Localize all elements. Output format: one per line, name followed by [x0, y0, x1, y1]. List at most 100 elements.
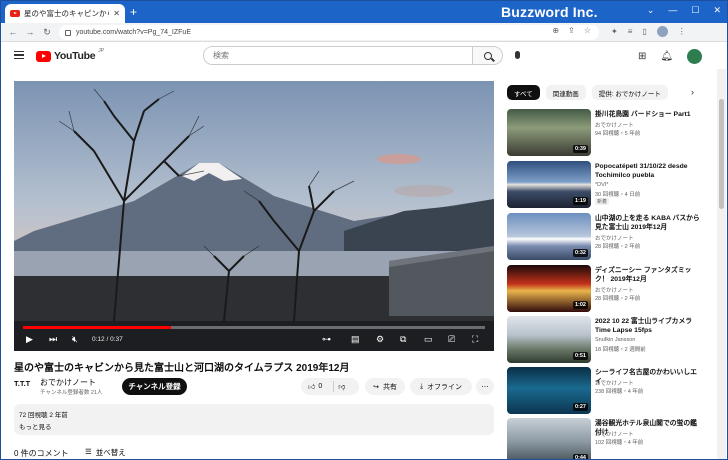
search-button[interactable] [472, 47, 502, 64]
microphone-icon[interactable] [515, 51, 520, 59]
create-video-icon[interactable]: ⊞ [638, 51, 646, 62]
share-button[interactable]: ↪ 共有 [365, 378, 405, 395]
recommendation-title[interactable]: 掛川花鳥園 バードショー Part1 [595, 110, 703, 119]
recommendation-item[interactable]: 0:44 湯谷観光ホテル泉山閣での蛍の鑑付け おでかけノート 102 回視聴・4 年前 [507, 418, 707, 460]
chevron-right-icon[interactable]: › [691, 87, 694, 97]
youtube-logo[interactable]: YouTube JP [36, 48, 105, 62]
bookmark-star-icon[interactable]: ☆ [584, 26, 591, 35]
like-count: 0 [318, 383, 323, 390]
chip-all[interactable]: すべて [507, 85, 540, 100]
channel-name[interactable]: おでかけノート [40, 377, 96, 388]
recommendation-title[interactable]: Popocatépetl 31/10/22 desde Tochimilco p… [595, 162, 703, 180]
dislike-button[interactable]: 👎︎ [338, 382, 345, 391]
subtitles-icon[interactable]: ▤ [351, 334, 360, 344]
extensions-icon[interactable]: ✦ [611, 27, 618, 36]
recommendation-title[interactable]: 2022 10 22 富士山ライブカメラ Time Lapse 15fps [595, 317, 703, 335]
new-tab-button[interactable]: + [130, 5, 137, 19]
seek-bar-played [23, 326, 171, 329]
recommendation-item[interactable]: 0:39 掛川花鳥園 バードショー Part1 おでかけノート 94 回視聴・5 年前 [507, 109, 707, 157]
recommendation-channel[interactable]: おでかけノート [595, 234, 634, 242]
show-more-link[interactable]: もっと見る [19, 421, 52, 431]
browser-menu-icon[interactable]: ⋮ [678, 27, 686, 36]
install-icon[interactable]: ⊕ [552, 26, 559, 35]
recommendation-thumbnail[interactable]: 0:39 [507, 109, 591, 156]
lock-icon[interactable] [65, 29, 71, 36]
recommendation-thumbnail[interactable]: 0:27 [507, 367, 591, 414]
recommendation-item[interactable]: 0:51 2022 10 22 富士山ライブカメラ Time Lapse 15fp… [507, 316, 707, 364]
more-horizontal-icon: ⋯ [481, 383, 489, 391]
view-count-date: 72 回視聴 2 年前 [19, 412, 68, 419]
video-duration: 0:44 [572, 454, 588, 460]
recommendation-meta: 94 回視聴・5 年前 [595, 131, 641, 137]
chevron-down-icon[interactable]: ⌄ [647, 5, 655, 16]
minimize-icon[interactable]: — [668, 5, 677, 16]
logo-text: YouTube [54, 50, 96, 62]
forward-icon[interactable]: → [25, 27, 35, 37]
recommendation-item[interactable]: 1:02 ディズニーシー ファンタズミック！ 2019年12月おでかけノート 28 … [507, 265, 707, 313]
address-bar: ← → ↻ youtube.com/watch?v=Pg_74_IZFuE ⊕ … [1, 23, 727, 42]
channel-icon[interactable]: T.T.T [14, 379, 34, 391]
browser-tab[interactable]: 星のや富士のキャピンから見た富士山と河口湖のタイムラプス 2019年12月 - … [5, 4, 125, 23]
video-duration: 1:19 [572, 197, 588, 205]
omnibox[interactable]: youtube.com/watch?v=Pg_74_IZFuE ⊕ ⇪ ☆ [59, 25, 599, 40]
cast-icon[interactable]: ⎚ [448, 334, 455, 344]
fullscreen-icon[interactable]: ⛶ [472, 334, 478, 344]
description-box[interactable]: 72 回視聴 2 年前 もっと見る [14, 404, 494, 435]
thumbs-up-icon: 👍︎ [308, 384, 316, 391]
recommendation-thumbnail[interactable]: 0:44 [507, 418, 591, 460]
scrollbar-thumb[interactable] [719, 99, 724, 209]
recommendation-thumbnail[interactable]: 0:51 [507, 316, 591, 363]
recommendation-item[interactable]: 0:27 シーライフ名古屋のかわいいしエイ おでかけノート 238 回視聴・4 年前 [507, 367, 707, 415]
recommendation-channel[interactable]: *DVI* [595, 182, 608, 188]
recommendation-meta: 28 回視聴・2 年前 [595, 296, 641, 302]
recommendation-thumbnail[interactable]: 0:32 [507, 213, 591, 260]
url-text[interactable]: youtube.com/watch?v=Pg_74_IZFuE [76, 29, 191, 36]
logo-region: JP [98, 48, 105, 54]
share-label: 共有 [382, 383, 397, 391]
back-icon[interactable]: ← [8, 27, 18, 37]
recommendation-channel[interactable]: おでかけノート [595, 430, 634, 438]
reading-list-icon[interactable]: ≡ [628, 27, 633, 36]
recommendation-item[interactable]: 0:32 山中湖の上を走る KABA バスから見た富士山 2019年12月おでかけ… [507, 213, 707, 261]
recommendation-channel[interactable]: おでかけノート [595, 121, 634, 129]
new-badge: 新着 [595, 198, 610, 205]
sort-comments-button[interactable]: ☰ 並べ替え [85, 447, 126, 458]
play-icon[interactable]: ▶ [26, 334, 33, 344]
menu-icon[interactable] [14, 51, 24, 59]
chip-related[interactable]: 関連動画 [545, 85, 586, 100]
close-tab-icon[interactable]: ✕ [113, 9, 120, 18]
recommendation-thumbnail[interactable]: 1:19 [507, 161, 591, 208]
more-actions-button[interactable]: ⋯ [476, 378, 494, 395]
account-avatar[interactable] [687, 49, 703, 64]
recommendation-channel[interactable]: おでかけノート [595, 286, 634, 294]
share-page-icon[interactable]: ⇪ [568, 26, 575, 35]
video-player[interactable]: ▶ ⏭︎ 🔇︎ 0:12 / 0:37 ⊶ ▤ ⚙ ⧉ ▭ ⎚ ⛶ [14, 81, 494, 351]
subscribe-button[interactable]: チャンネル登録 [122, 378, 187, 395]
scrollbar[interactable] [717, 69, 726, 459]
video-duration: 0:39 [572, 145, 588, 153]
recommendation-channel[interactable]: Snufkin Jansson [595, 337, 635, 343]
mute-icon[interactable]: 🔇︎ [72, 334, 78, 344]
recommendation-thumbnail[interactable]: 1:02 [507, 265, 591, 312]
theater-mode-icon[interactable]: ▭ [424, 334, 433, 344]
autoplay-toggle[interactable]: ⊶ [322, 334, 331, 344]
miniplayer-icon[interactable]: ⧉ [400, 334, 406, 344]
seek-bar[interactable] [23, 326, 485, 329]
recommendation-channel[interactable]: おでかけノート [595, 379, 634, 387]
recommendation-title[interactable]: ディズニーシー ファンタズミック！ 2019年12月 [595, 266, 703, 284]
search-input[interactable] [204, 47, 472, 64]
recommendation-title[interactable]: 山中湖の上を走る KABA バスから見た富士山 2019年12月 [595, 214, 703, 232]
maximize-icon[interactable]: ☐ [691, 5, 699, 16]
chip-channel[interactable]: 提供: おでかけノート [591, 85, 668, 100]
offline-button[interactable]: ⤓ オフライン [410, 378, 472, 395]
close-icon[interactable]: ✕ [713, 5, 721, 16]
reload-icon[interactable]: ↻ [42, 27, 52, 38]
settings-gear-icon[interactable]: ⚙ [376, 334, 384, 344]
next-icon[interactable]: ⏭︎ [49, 334, 57, 344]
like-button[interactable]: 👍︎ 0 [308, 382, 322, 391]
side-panel-icon[interactable]: ▯ [642, 27, 646, 36]
recommendation-item[interactable]: 1:19 Popocatépetl 31/10/22 desde Tochimil… [507, 161, 707, 209]
notifications-bell-icon[interactable]: 🔔︎ [660, 51, 673, 62]
profile-avatar[interactable] [656, 26, 668, 37]
video-duration: 0:32 [572, 249, 588, 257]
